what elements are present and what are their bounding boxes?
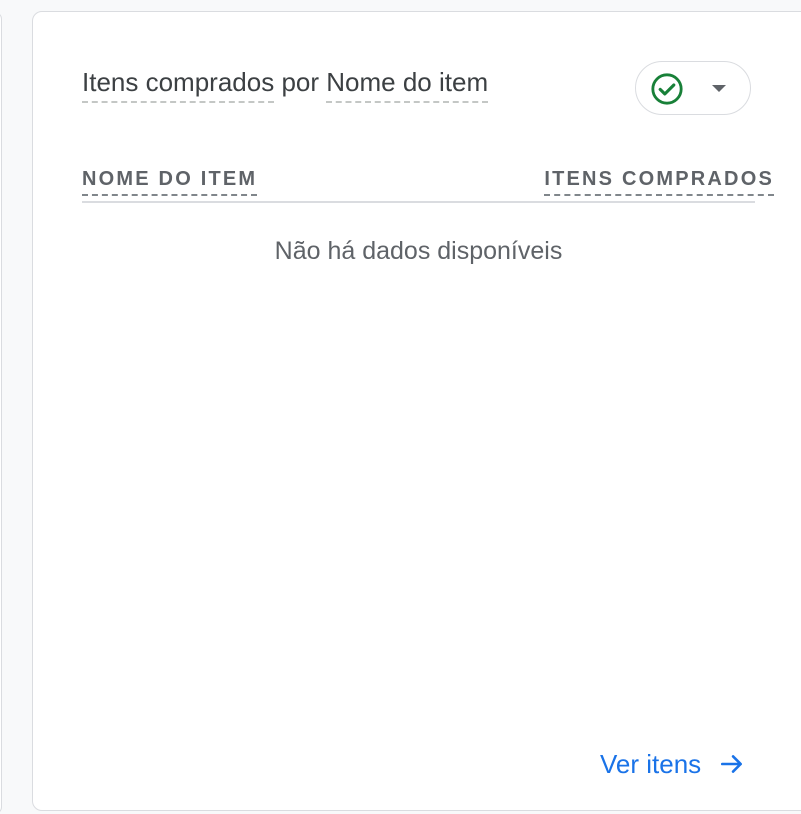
metric-label[interactable]: Itens comprados — [82, 67, 275, 103]
view-items-link[interactable]: Ver itens — [600, 746, 745, 782]
view-items-label: Ver itens — [600, 748, 702, 779]
data-quality-dropdown[interactable] — [635, 61, 751, 115]
dimension-label[interactable]: Nome do item — [326, 67, 489, 103]
column-header-items-purchased[interactable]: ITENS COMPRADOS — [544, 166, 774, 196]
title-connector: por — [281, 67, 320, 97]
caret-down-icon — [712, 85, 726, 92]
check-circle-icon — [651, 73, 683, 105]
column-header-item-name[interactable]: NOME DO ITEM — [82, 166, 258, 196]
empty-state-message: Não há dados disponíveis — [274, 237, 563, 265]
items-purchased-card: Itens comprados por Nome do item NOME DO… — [32, 11, 801, 811]
card-title: Itens comprados por Nome do item — [82, 62, 489, 103]
adjacent-card-edge — [0, 12, 2, 814]
header-divider — [82, 201, 755, 203]
arrow-right-icon — [721, 755, 743, 773]
